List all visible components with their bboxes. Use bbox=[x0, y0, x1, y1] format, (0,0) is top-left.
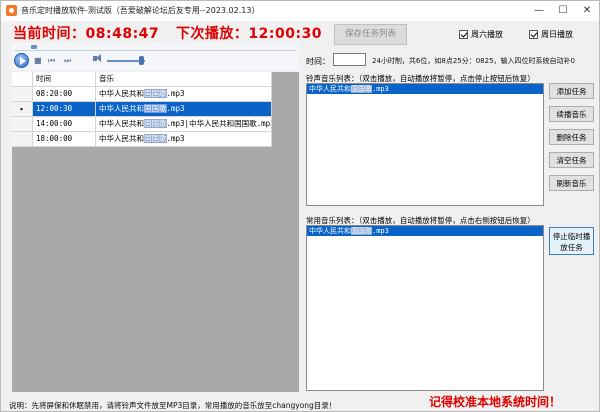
time-input-label: 时间： bbox=[306, 57, 330, 66]
table-row[interactable]: ▸ 12:00:30 中华人民共和国国歌.mp3 bbox=[12, 102, 272, 117]
cell-music[interactable]: 中华人民共和国国歌.mp3 bbox=[96, 87, 272, 101]
volume-icon[interactable] bbox=[93, 54, 101, 62]
title-bar: 音乐定时播放软件-测试版（吾爱破解论坛后友专用--2023.02.13） — ☐… bbox=[1, 1, 599, 21]
row-header[interactable] bbox=[12, 87, 33, 101]
volume-handle[interactable] bbox=[139, 56, 144, 65]
list-item-highlight: 国国歌 bbox=[351, 227, 372, 235]
music-text: .mp3 bbox=[166, 104, 185, 113]
maximize-icon[interactable]: ☐ bbox=[551, 1, 575, 21]
minimize-icon[interactable]: — bbox=[527, 1, 551, 21]
add-task-button[interactable]: 添加任务 bbox=[549, 83, 594, 99]
list-item[interactable]: 中华人民共和国国歌.mp3 bbox=[307, 226, 543, 236]
saturday-play-checkbox[interactable]: 周六播放 bbox=[459, 29, 503, 40]
cell-time[interactable]: 08:20:00 bbox=[33, 87, 96, 101]
clear-tasks-button[interactable]: 清空任务 bbox=[549, 152, 594, 168]
current-time-label: 当前时间： bbox=[13, 26, 86, 42]
common-music-list[interactable]: 中华人民共和国国歌.mp3 bbox=[306, 225, 544, 391]
seek-handle[interactable] bbox=[31, 45, 37, 49]
table-header: 时间 音乐 bbox=[12, 72, 272, 87]
sunday-play-checkbox[interactable]: 周日播放 bbox=[529, 29, 573, 40]
continue-play-button[interactable]: 续播音乐 bbox=[549, 106, 594, 122]
task-table-body: 时间 音乐 08:20:00 中华人民共和国国歌.mp3 ▸ 12:00:30 … bbox=[12, 72, 272, 147]
current-time-value: 08:48:47 bbox=[85, 26, 160, 42]
play-icon[interactable] bbox=[14, 53, 29, 68]
next-play-label: 下次播放： bbox=[175, 26, 249, 42]
app-logo-icon bbox=[6, 5, 17, 16]
status-instructions: 说明：先将屏保和休眠禁用，请将铃声文件放至MP3目录，常用播放的音乐放至chan… bbox=[9, 401, 337, 410]
media-player: ■ ⏮ ⏭ bbox=[12, 43, 299, 70]
checkbox-checked-icon bbox=[529, 30, 538, 39]
clock-display: 当前时间：08:48:47 下次播放：12:00:30 bbox=[13, 23, 322, 43]
next-play-value: 12:00:30 bbox=[248, 26, 323, 42]
music-text-highlight: 国国歌 bbox=[144, 89, 167, 98]
cell-music[interactable]: 中华人民共和国国歌.mp3|中华人民共和国国歌.mp3 bbox=[96, 117, 272, 131]
window-title: 音乐定时播放软件-测试版（吾爱破解论坛后友专用--2023.02.13） bbox=[21, 6, 260, 15]
previous-icon[interactable]: ⏮ bbox=[48, 56, 55, 65]
list-item-text: 中华人民共和 bbox=[309, 227, 351, 235]
cell-time[interactable]: 14:00:00 bbox=[33, 117, 96, 131]
app-window: 音乐定时播放软件-测试版（吾爱破解论坛后友专用--2023.02.13） — ☐… bbox=[0, 0, 600, 412]
list-item[interactable]: 中华人民共和国国歌.mp3 bbox=[307, 84, 543, 94]
cell-music[interactable]: 中华人民共和国国歌.mp3 bbox=[96, 102, 272, 116]
music-text-highlight: 国国歌 bbox=[144, 134, 167, 143]
time-format-hint: 24小时制，共6位，如8点25分：0825，输入四位时系统自动补0 bbox=[372, 57, 575, 65]
time-input[interactable] bbox=[333, 53, 366, 66]
music-text-highlight: 国国歌 bbox=[144, 119, 167, 128]
sunday-play-label: 周日播放 bbox=[541, 30, 573, 39]
row-header[interactable] bbox=[12, 132, 33, 146]
seek-bar[interactable] bbox=[14, 44, 297, 51]
checkbox-checked-icon bbox=[459, 30, 468, 39]
table-row[interactable]: 18:00:00 中华人民共和国国歌.mp3 bbox=[12, 132, 272, 147]
row-header-corner bbox=[12, 72, 33, 86]
close-icon[interactable]: ✕ bbox=[575, 1, 599, 21]
row-pointer-icon[interactable]: ▸ bbox=[12, 102, 33, 116]
save-task-list-button[interactable]: 保存任务列表 bbox=[334, 24, 407, 45]
music-text: .mp3 bbox=[166, 134, 185, 143]
list-item-text: .mp3 bbox=[372, 85, 389, 93]
list-item-text: 中华人民共和 bbox=[309, 85, 351, 93]
saturday-play-label: 周六播放 bbox=[471, 30, 503, 39]
cell-music[interactable]: 中华人民共和国国歌.mp3 bbox=[96, 132, 272, 146]
row-header[interactable] bbox=[12, 117, 33, 131]
next-icon[interactable]: ⏭ bbox=[64, 56, 71, 65]
stop-icon[interactable]: ■ bbox=[34, 56, 42, 65]
music-text: .mp3 bbox=[166, 89, 185, 98]
delete-task-button[interactable]: 删除任务 bbox=[549, 129, 594, 145]
cell-time[interactable]: 12:00:30 bbox=[33, 102, 96, 116]
music-text: 中华人民共和 bbox=[99, 89, 144, 98]
music-text: 中华人民共和 bbox=[99, 134, 144, 143]
music-text-highlight: 国国歌 bbox=[144, 104, 167, 113]
list-item-text: .mp3 bbox=[372, 227, 389, 235]
column-header-music[interactable]: 音乐 bbox=[96, 72, 272, 86]
table-row[interactable]: 08:20:00 中华人民共和国国歌.mp3 bbox=[12, 87, 272, 102]
music-text: 中华人民共和 bbox=[99, 104, 144, 113]
column-header-time[interactable]: 时间 bbox=[33, 72, 96, 86]
cell-time[interactable]: 18:00:00 bbox=[33, 132, 96, 146]
refresh-music-button[interactable]: 刷新音乐 bbox=[549, 175, 594, 191]
music-text: .mp3|中华人民共和国国歌.mp3 bbox=[166, 119, 272, 128]
stop-temporary-play-button[interactable]: 停止临时播放任务 bbox=[549, 227, 594, 255]
task-table: 时间 音乐 08:20:00 中华人民共和国国歌.mp3 ▸ 12:00:30 … bbox=[12, 72, 299, 392]
time-sync-reminder: 记得校准本地系统时间！ bbox=[429, 395, 562, 409]
table-row[interactable]: 14:00:00 中华人民共和国国歌.mp3|中华人民共和国国歌.mp3 bbox=[12, 117, 272, 132]
list-item-highlight: 国国歌 bbox=[351, 85, 372, 93]
music-text: 中华人民共和 bbox=[99, 119, 144, 128]
ring-music-list[interactable]: 中华人民共和国国歌.mp3 bbox=[306, 83, 544, 206]
